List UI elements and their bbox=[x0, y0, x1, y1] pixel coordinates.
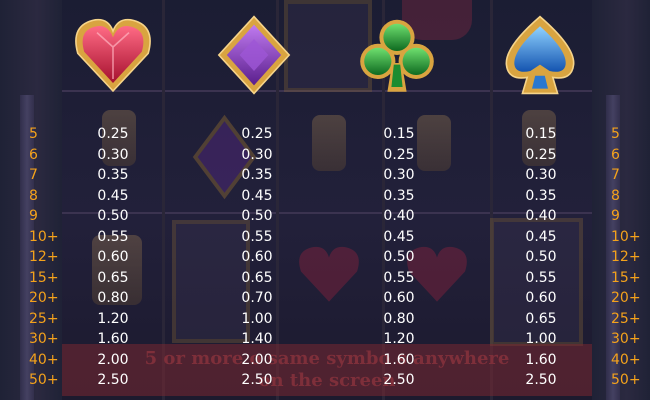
payout-value: 0.50 bbox=[241, 208, 273, 224]
count-label: 5 bbox=[611, 126, 620, 142]
payout-value: 0.25 bbox=[383, 146, 415, 163]
payout-value: 0.55 bbox=[97, 228, 129, 245]
count-column-right: 5 6 7 8 9 10+ 12+ 15+ 20+ 25+ 30+ 40+ 50… bbox=[611, 124, 650, 391]
count-label: 15+ bbox=[611, 269, 641, 286]
heart-bg-symbol bbox=[299, 246, 359, 302]
payout-value: 0.70 bbox=[241, 290, 273, 306]
payout-value: 0.30 bbox=[97, 146, 129, 163]
count-label: 12+ bbox=[29, 249, 59, 265]
count-label: 8 bbox=[611, 187, 620, 204]
count-label: 7 bbox=[611, 167, 620, 183]
payout-value: 2.50 bbox=[241, 372, 273, 388]
scroll-bg-symbol bbox=[312, 115, 346, 171]
payout-value: 1.20 bbox=[97, 310, 129, 327]
payout-value: 0.25 bbox=[97, 126, 129, 142]
payout-value: 0.45 bbox=[525, 228, 557, 245]
payout-value: 0.35 bbox=[97, 167, 129, 183]
count-label: 5 bbox=[29, 126, 38, 142]
count-label: 15+ bbox=[29, 269, 59, 286]
payout-value: 0.60 bbox=[383, 290, 415, 306]
payout-value: 0.50 bbox=[97, 208, 129, 224]
count-label: 8 bbox=[29, 187, 38, 204]
spade-payout-column: 0.15 0.25 0.30 0.35 0.40 0.45 0.50 0.55 … bbox=[506, 124, 576, 391]
payout-value: 1.00 bbox=[525, 331, 557, 347]
payout-value: 0.35 bbox=[383, 187, 415, 204]
payout-value: 0.30 bbox=[525, 167, 557, 183]
payout-value: 0.35 bbox=[525, 187, 557, 204]
payout-value: 2.00 bbox=[241, 351, 273, 368]
count-label: 25+ bbox=[29, 310, 59, 327]
spade-symbol-icon bbox=[500, 12, 580, 98]
payout-value: 0.55 bbox=[241, 228, 273, 245]
payout-value: 0.30 bbox=[383, 167, 415, 183]
club-symbol-icon bbox=[357, 12, 437, 98]
payout-value: 0.45 bbox=[97, 187, 129, 204]
count-label: 20+ bbox=[611, 290, 641, 306]
count-label: 6 bbox=[29, 146, 38, 163]
payout-value: 1.20 bbox=[383, 331, 415, 347]
payout-value: 2.50 bbox=[383, 372, 415, 388]
payout-value: 1.00 bbox=[241, 310, 273, 327]
payout-value: 0.15 bbox=[525, 126, 557, 142]
payout-value: 0.55 bbox=[525, 269, 557, 286]
payout-value: 1.40 bbox=[241, 331, 273, 347]
payout-value: 0.60 bbox=[97, 249, 129, 265]
count-label: 7 bbox=[29, 167, 38, 183]
count-label: 50+ bbox=[29, 372, 59, 388]
payout-value: 2.50 bbox=[97, 372, 129, 388]
payout-value: 0.30 bbox=[241, 146, 273, 163]
payout-value: 1.60 bbox=[383, 351, 415, 368]
payout-value: 0.65 bbox=[241, 269, 273, 286]
club-payout-column: 0.15 0.25 0.30 0.35 0.40 0.45 0.50 0.55 … bbox=[364, 124, 434, 391]
count-column-left: 5 6 7 8 9 10+ 12+ 15+ 20+ 25+ 30+ 40+ 50… bbox=[29, 124, 69, 391]
payout-value: 0.60 bbox=[241, 249, 273, 265]
payout-value: 0.15 bbox=[383, 126, 415, 142]
payout-value: 0.40 bbox=[383, 208, 415, 224]
payout-value: 0.60 bbox=[525, 290, 557, 306]
count-label: 20+ bbox=[29, 290, 59, 306]
heart-symbol-icon bbox=[73, 12, 153, 98]
count-label: 9 bbox=[611, 208, 620, 224]
count-label: 6 bbox=[611, 146, 620, 163]
payout-value: 0.50 bbox=[525, 249, 557, 265]
payout-value: 2.50 bbox=[525, 372, 557, 388]
count-label: 25+ bbox=[611, 310, 641, 327]
payout-value: 0.80 bbox=[383, 310, 415, 327]
payout-value: 2.00 bbox=[97, 351, 129, 368]
payout-value: 0.40 bbox=[525, 208, 557, 224]
count-label: 40+ bbox=[611, 351, 641, 368]
diamond-symbol-icon bbox=[214, 12, 294, 98]
count-label: 10+ bbox=[611, 228, 641, 245]
count-label: 12+ bbox=[611, 249, 641, 265]
payout-value: 0.55 bbox=[383, 269, 415, 286]
payout-value: 0.50 bbox=[383, 249, 415, 265]
count-label: 30+ bbox=[29, 331, 59, 347]
heart-payout-column: 0.25 0.30 0.35 0.45 0.50 0.55 0.60 0.65 … bbox=[78, 124, 148, 391]
diamond-payout-column: 0.25 0.30 0.35 0.45 0.50 0.55 0.60 0.65 … bbox=[222, 124, 292, 391]
count-label: 30+ bbox=[611, 331, 641, 347]
payout-value: 0.45 bbox=[383, 228, 415, 245]
payout-value: 0.80 bbox=[97, 290, 129, 306]
payout-value: 0.35 bbox=[241, 167, 273, 183]
count-label: 9 bbox=[29, 208, 38, 224]
payout-value: 0.25 bbox=[525, 146, 557, 163]
payout-value: 0.65 bbox=[525, 310, 557, 327]
payout-value: 0.25 bbox=[241, 126, 273, 142]
count-label: 40+ bbox=[29, 351, 59, 368]
count-label: 10+ bbox=[29, 228, 59, 245]
payout-value: 0.45 bbox=[241, 187, 273, 204]
reel-separator bbox=[162, 0, 165, 400]
payout-value: 0.65 bbox=[97, 269, 129, 286]
payout-value: 1.60 bbox=[97, 331, 129, 347]
payout-value: 1.60 bbox=[525, 351, 557, 368]
count-label: 50+ bbox=[611, 372, 641, 388]
